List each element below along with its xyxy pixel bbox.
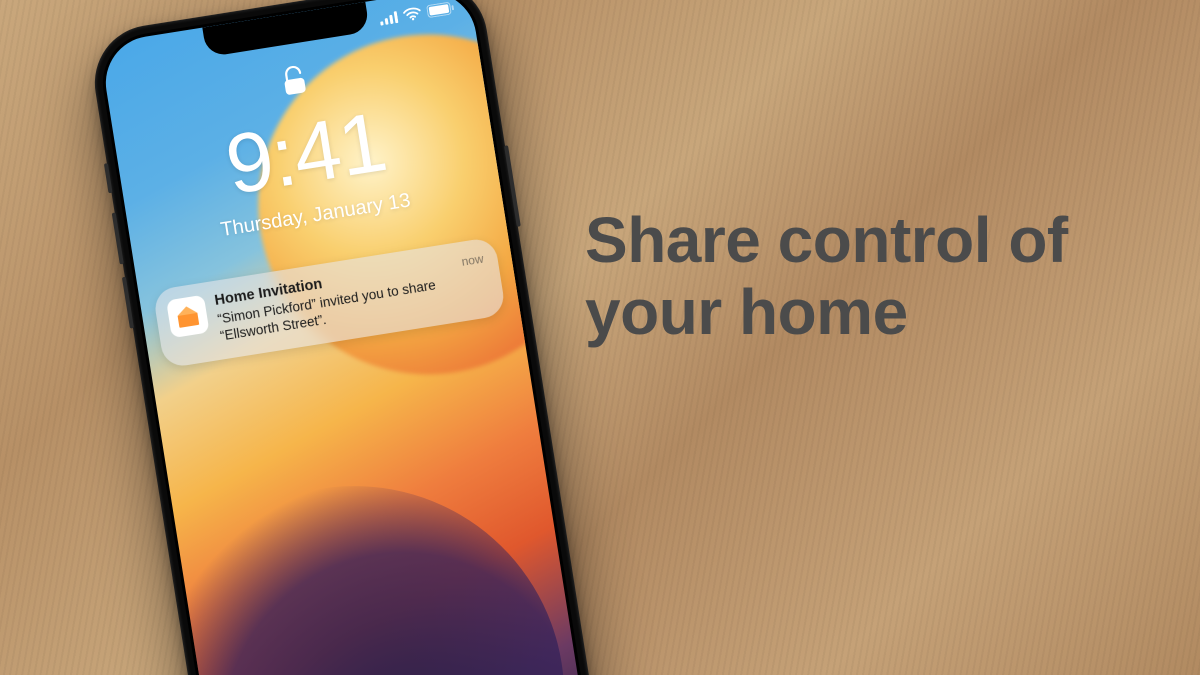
notification-timestamp: now bbox=[461, 252, 485, 269]
promo-scene: Share control of your home bbox=[0, 0, 1200, 675]
cellular-signal-icon bbox=[379, 11, 399, 26]
volume-down-button bbox=[122, 277, 134, 329]
volume-up-button bbox=[112, 212, 124, 264]
iphone-mockup: 9:41 Thursday, January 13 Home Invitatio… bbox=[0, 0, 660, 675]
unlock-icon bbox=[281, 64, 308, 102]
mute-switch bbox=[104, 163, 113, 193]
display-notch bbox=[202, 2, 370, 57]
wifi-icon bbox=[402, 6, 422, 22]
battery-icon bbox=[426, 1, 455, 18]
home-app-icon bbox=[166, 295, 209, 338]
status-bar bbox=[379, 1, 455, 26]
lock-screen[interactable]: 9:41 Thursday, January 13 Home Invitatio… bbox=[99, 0, 589, 675]
marketing-headline: Share control of your home bbox=[585, 205, 1145, 348]
